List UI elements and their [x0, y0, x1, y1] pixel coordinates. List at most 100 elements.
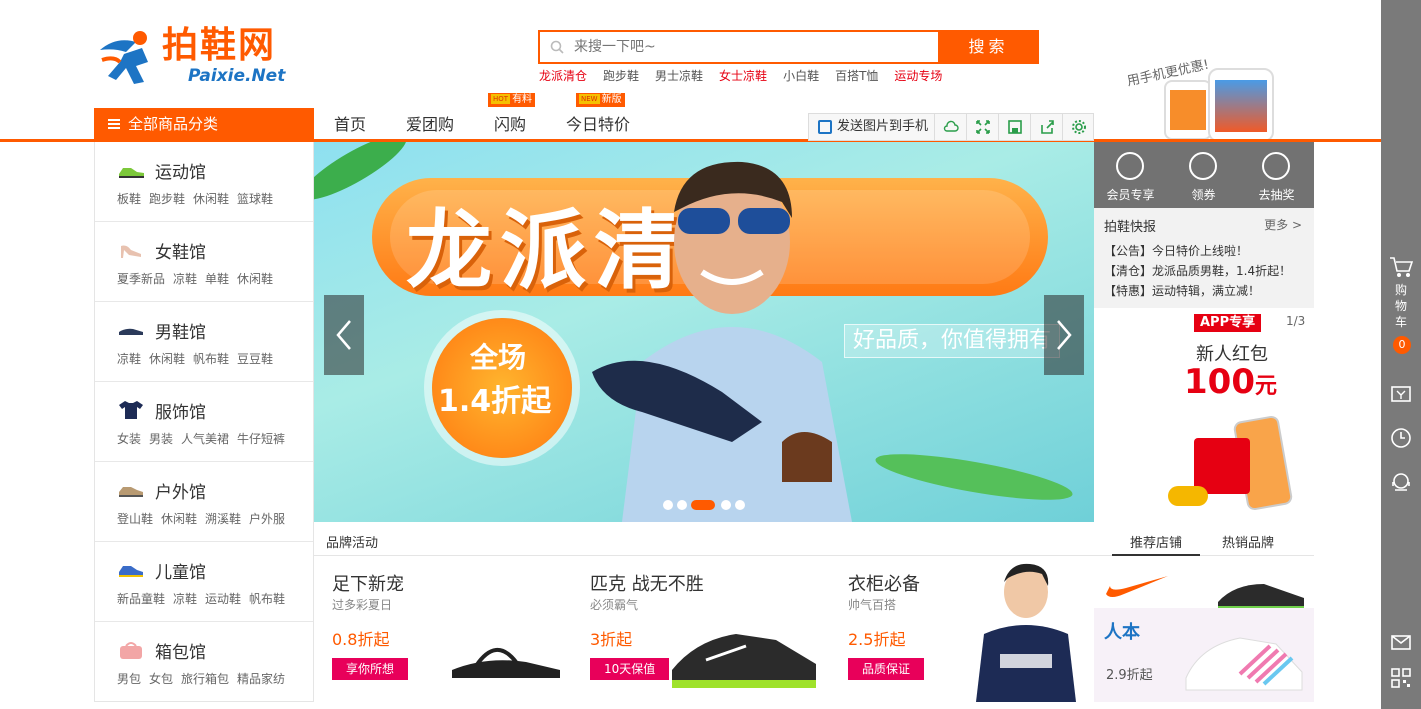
nav-group-buy[interactable]: 爱团购	[406, 108, 454, 141]
promo-button[interactable]: 享你所想	[332, 658, 409, 680]
brand-renben-card[interactable]: 人本 2.9折起	[1094, 608, 1314, 702]
search-box[interactable]	[538, 30, 938, 64]
subcategory-link[interactable]: 豆豆鞋	[237, 352, 273, 366]
subcategory-link[interactable]: 单鞋	[205, 272, 229, 286]
browser-toolbar: 发送图片到手机	[808, 113, 1094, 141]
news-item[interactable]: 【公告】今日特价上线啦！	[1104, 242, 1248, 259]
subcategory-link[interactable]: 夏季新品	[117, 272, 165, 286]
category-apparel[interactable]: 服饰馆 女装 男装 人气美裙 牛仔短裤	[95, 382, 313, 462]
nav-daily-deals[interactable]: 今日特价	[566, 108, 630, 141]
cart-icon	[1390, 257, 1413, 277]
subcategory-link[interactable]: 男包	[117, 672, 141, 686]
all-categories-button[interactable]: 全部商品分类	[94, 108, 314, 141]
tab-recommended-stores[interactable]: 推荐店铺	[1112, 532, 1201, 556]
subcategory-link[interactable]: 运动鞋	[205, 592, 241, 606]
category-men-shoes[interactable]: 男鞋馆 凉鞋 休闲鞋 帆布鞋 豆豆鞋	[95, 302, 313, 382]
tab-hot-brands[interactable]: 热销品牌	[1204, 532, 1292, 556]
nav-home[interactable]: 首页	[334, 108, 366, 141]
send-image-to-phone-button[interactable]: 发送图片到手机	[809, 114, 935, 140]
subcategory-link[interactable]: 登山鞋	[117, 512, 153, 526]
category-sports[interactable]: 运动馆 板鞋 跑步鞋 休闲鞋 篮球鞋	[95, 142, 313, 222]
carousel-prev-button[interactable]	[324, 295, 364, 375]
subcategory-link[interactable]: 休闲鞋	[237, 272, 273, 286]
subcategory-link[interactable]: 凉鞋	[173, 592, 197, 606]
subcategory-link[interactable]: 旅行箱包	[181, 672, 229, 686]
nav-flash-sale[interactable]: 闪购	[494, 108, 526, 141]
subcategory-link[interactable]: 休闲鞋	[149, 352, 185, 366]
promo-button[interactable]: 10天保值	[590, 658, 670, 680]
new-badge-label: 新版	[601, 94, 622, 105]
lottery-link[interactable]: 去抽奖	[1240, 142, 1313, 208]
category-sidebar: 运动馆 板鞋 跑步鞋 休闲鞋 篮球鞋 女鞋馆 夏季新品 凉鞋 单鞋 休闲鞋 男鞋馆 凉鞋 休闲…	[94, 142, 314, 702]
subcategory-link[interactable]: 篮球鞋	[237, 192, 273, 206]
settings-button[interactable]	[1063, 114, 1095, 140]
message-icon[interactable]	[1389, 630, 1413, 654]
member-exclusive-link[interactable]: 会员专享	[1094, 142, 1167, 208]
carousel-dot-active[interactable]	[691, 500, 715, 510]
app-red-packet-ad[interactable]: APP专享 1/3 新人红包 100元	[1124, 308, 1314, 522]
subcategory-link[interactable]: 休闲鞋	[193, 192, 229, 206]
fullscreen-button[interactable]	[967, 114, 999, 140]
hotword-link[interactable]: 运动专场	[894, 69, 942, 83]
brand-activity-label: 品牌活动	[326, 536, 379, 551]
subcategory-link[interactable]: 板鞋	[117, 192, 141, 206]
subcategory-link[interactable]: 帆布鞋	[193, 352, 229, 366]
subcategory-link[interactable]: 女装	[117, 432, 141, 446]
subcategory-link[interactable]: 户外服	[249, 512, 285, 526]
category-kids[interactable]: 儿童馆 新品童鞋 凉鞋 运动鞋 帆布鞋	[95, 542, 313, 622]
subcategory-link[interactable]: 帆布鞋	[249, 592, 285, 606]
cloud-button[interactable]	[935, 114, 967, 140]
brand-promo-card[interactable]: 匹克 战无不胜 必须霸气 3折起 10天保值	[572, 556, 830, 702]
hotword-link[interactable]: 百搭T恤	[835, 69, 878, 83]
promo-button[interactable]: 品质保证	[848, 658, 925, 680]
brand-promo-card[interactable]: 足下新宠 过多彩夏日 0.8折起 享你所想	[314, 556, 572, 702]
search-button[interactable]: 搜索	[938, 30, 1039, 64]
brand-promo-card[interactable]: 衣柜必备 帅气百搭 2.5折起 品质保证	[830, 556, 1088, 702]
brand-nike-card[interactable]	[1094, 556, 1314, 610]
hotword-link[interactable]: 男士凉鞋	[655, 69, 703, 83]
subcategory-link[interactable]: 跑步鞋	[149, 192, 185, 206]
search-input[interactable]	[574, 36, 934, 58]
category-bags[interactable]: 箱包馆 男包 女包 旅行箱包 精品家纺	[95, 622, 313, 702]
carousel-dot[interactable]	[677, 500, 687, 510]
hotword-link[interactable]: 龙派清仓	[539, 69, 587, 83]
subcategory-link[interactable]: 凉鞋	[117, 352, 141, 366]
hero-banner[interactable]: 龙派清仓 全场 1.4折起 好品质，你值得拥有	[314, 142, 1094, 522]
wallet-icon[interactable]	[1389, 382, 1413, 406]
site-logo[interactable]: 拍鞋网 Paixie.Net	[96, 24, 306, 90]
renben-logo: 人本	[1104, 622, 1140, 643]
bag-icon	[120, 642, 142, 659]
share-button[interactable]	[1031, 114, 1063, 140]
save-button[interactable]	[999, 114, 1031, 140]
news-item[interactable]: 【清仓】龙派品质男鞋，1.4折起！	[1104, 262, 1291, 279]
history-clock-icon[interactable]	[1389, 426, 1413, 450]
category-outdoor[interactable]: 户外馆 登山鞋 休闲鞋 溯溪鞋 户外服	[95, 462, 313, 542]
qr-code-icon[interactable]	[1389, 666, 1413, 690]
mobile-app-promo[interactable]: 用手机更优惠!	[1120, 56, 1285, 142]
subcategory-link[interactable]: 溯溪鞋	[205, 512, 241, 526]
coupon-link[interactable]: 领券	[1167, 142, 1240, 208]
carousel-dot[interactable]	[721, 500, 731, 510]
category-women-shoes[interactable]: 女鞋馆 夏季新品 凉鞋 单鞋 休闲鞋	[95, 222, 313, 302]
subcategory-link[interactable]: 凉鞋	[173, 272, 197, 286]
subcategory-link[interactable]: 新品童鞋	[117, 592, 165, 606]
promo-subtitle: 过多彩夏日	[332, 598, 393, 612]
subcategory-link[interactable]: 精品家纺	[237, 672, 285, 686]
subcategory-link[interactable]: 休闲鞋	[161, 512, 197, 526]
subcategory-link[interactable]: 女包	[149, 672, 173, 686]
hotword-link[interactable]: 女士凉鞋	[719, 69, 767, 83]
news-more-link[interactable]: 更多 >	[1264, 216, 1302, 233]
carousel-dot[interactable]	[663, 500, 673, 510]
subcategory-link[interactable]: 人气美裙	[181, 432, 229, 446]
carousel-dot[interactable]	[735, 500, 745, 510]
news-title: 拍鞋快报	[1104, 220, 1157, 235]
hotword-link[interactable]: 跑步鞋	[603, 69, 639, 83]
cart-button[interactable]: 购物车 0	[1381, 252, 1421, 364]
cloud-icon	[943, 120, 959, 132]
hotword-link[interactable]: 小白鞋	[783, 69, 819, 83]
carousel-next-button[interactable]	[1044, 295, 1084, 375]
news-item[interactable]: 【特惠】运动特辑，满立减！	[1104, 282, 1260, 299]
subcategory-link[interactable]: 牛仔短裤	[237, 432, 285, 446]
subcategory-link[interactable]: 男装	[149, 432, 173, 446]
customer-service-icon[interactable]	[1389, 470, 1413, 494]
